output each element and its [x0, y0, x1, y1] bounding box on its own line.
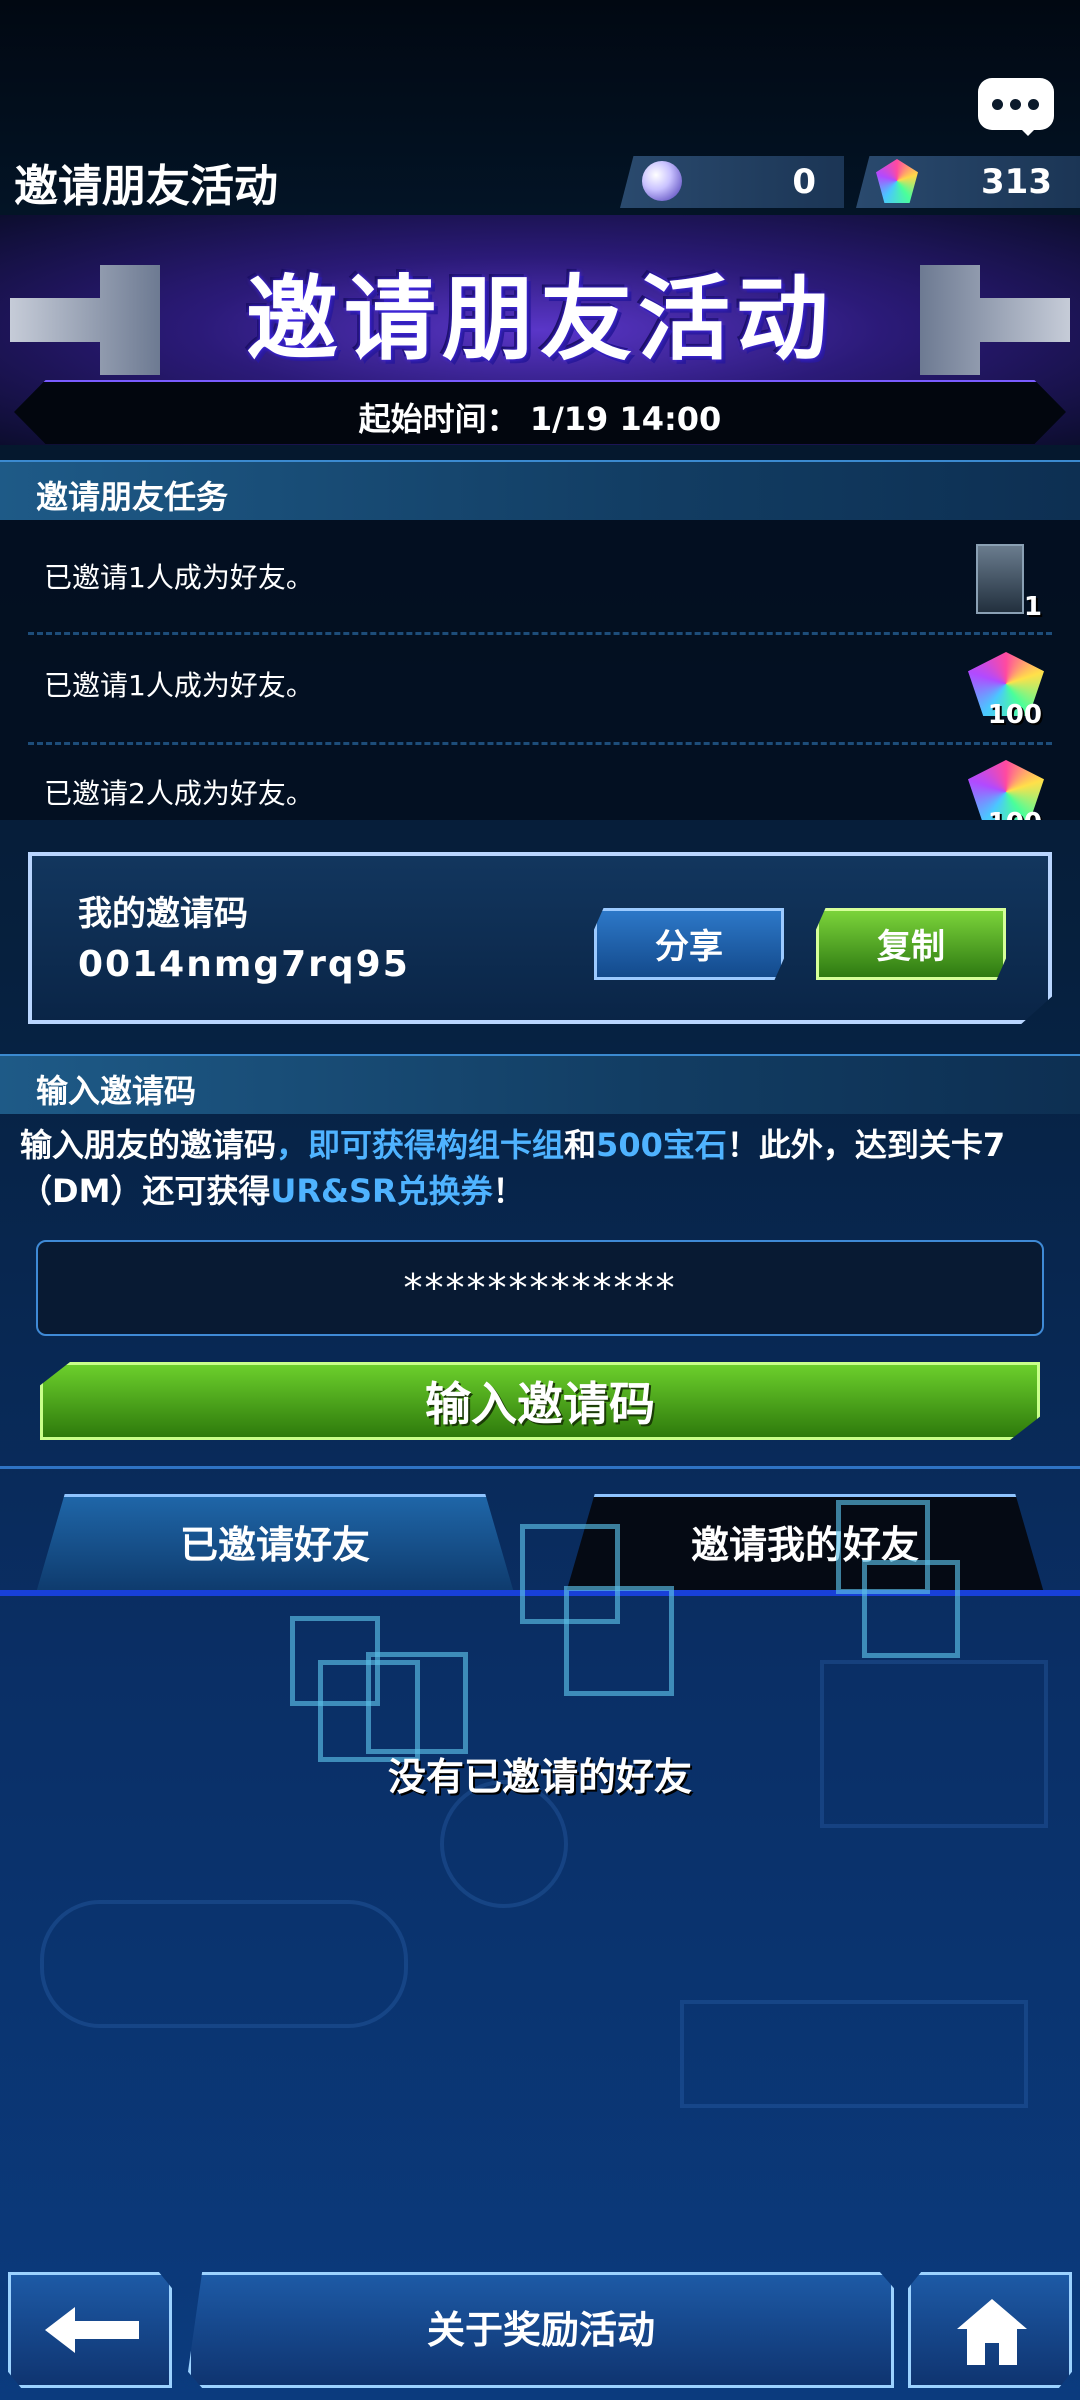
- empty-friends-message: 没有已邀请的好友: [387, 1755, 692, 1799]
- missions-section-title: 邀请朋友任务: [36, 478, 229, 516]
- background-decoration: [680, 2000, 1028, 2108]
- gem-count: 313: [981, 162, 1052, 202]
- start-time-bar: 起始时间： 1/19 14:00: [14, 380, 1066, 444]
- desc-text: 输入朋友的邀请码: [20, 1126, 277, 1164]
- orb-count: 0: [792, 162, 816, 202]
- desc-text: ！: [492, 1172, 525, 1210]
- desc-text: 和: [564, 1126, 597, 1164]
- my-invite-code-label: 我的邀请码: [78, 894, 248, 934]
- copy-button[interactable]: 复制: [816, 908, 1006, 980]
- page-title: 邀请朋友活动: [14, 161, 278, 212]
- decoration-square: [366, 1652, 468, 1754]
- orb-icon: [642, 161, 682, 201]
- background-decoration: [820, 1660, 1048, 1828]
- mission-text: 已邀请1人成为好友。: [44, 561, 314, 594]
- enter-code-section-title: 输入邀请码: [36, 1072, 197, 1110]
- back-arrow-icon: [45, 2307, 139, 2353]
- chat-icon[interactable]: [978, 78, 1054, 136]
- gem-currency: 313: [856, 156, 1080, 208]
- decoration-square: [564, 1586, 674, 1696]
- decoration-square: [862, 1560, 960, 1658]
- home-icon: [957, 2299, 1027, 2365]
- background-decoration: [40, 1900, 408, 2028]
- mission-item: 已邀请1人成为好友。 100: [0, 628, 1080, 734]
- mission-item: 已邀请2人成为好友。 100: [0, 736, 1080, 820]
- mission-item: 已邀请1人成为好友。 1: [0, 520, 1080, 626]
- about-reward-event-button[interactable]: 关于奖励活动: [188, 2272, 894, 2388]
- invite-code-input[interactable]: [36, 1240, 1044, 1336]
- back-button[interactable]: [8, 2272, 172, 2388]
- tab-invited-friends[interactable]: 已邀请好友: [36, 1494, 514, 1593]
- start-time: 起始时间： 1/19 14:00: [358, 400, 722, 438]
- mission-text: 已邀请2人成为好友。: [44, 777, 314, 810]
- desc-highlight: UR&SR兑换券: [270, 1172, 493, 1210]
- mission-list[interactable]: 已邀请1人成为好友。 1 已邀请1人成为好友。 100 已邀请2人成为好友。 1…: [0, 520, 1080, 820]
- card-pack-icon: [976, 544, 1024, 614]
- missions-section-header: 邀请朋友任务: [0, 460, 1080, 520]
- reward-count: 100: [987, 700, 1042, 730]
- gem-icon: [876, 159, 918, 203]
- enter-code-section-header: 输入邀请码: [0, 1054, 1080, 1114]
- divider: [0, 1466, 1080, 1469]
- enter-invite-code-button[interactable]: 输入邀请码: [40, 1362, 1040, 1440]
- enter-code-description: 输入朋友的邀请码，即可获得构组卡组和500宝石！此外，达到关卡7（DM）还可获得…: [20, 1122, 1060, 1214]
- top-bar: 邀请朋友活动 0 313: [0, 0, 1080, 215]
- my-invite-code-panel: 我的邀请码 0014nmg7rq95 分享 复制: [28, 852, 1052, 1024]
- home-button[interactable]: [908, 2272, 1072, 2388]
- mission-text: 已邀请1人成为好友。: [44, 669, 314, 702]
- desc-highlight: ，即可获得构组卡组: [276, 1126, 565, 1164]
- tab-friends-who-invited-me[interactable]: 邀请我的好友: [566, 1494, 1044, 1593]
- my-invite-code-value: 0014nmg7rq95: [78, 944, 410, 985]
- banner-title: 邀请朋友活动: [245, 266, 834, 373]
- desc-highlight: 500宝石: [596, 1126, 727, 1164]
- reward-count: 1: [1023, 592, 1042, 622]
- share-button[interactable]: 分享: [594, 908, 784, 980]
- orb-currency: 0: [620, 156, 844, 208]
- reward-count: 100: [988, 808, 1042, 820]
